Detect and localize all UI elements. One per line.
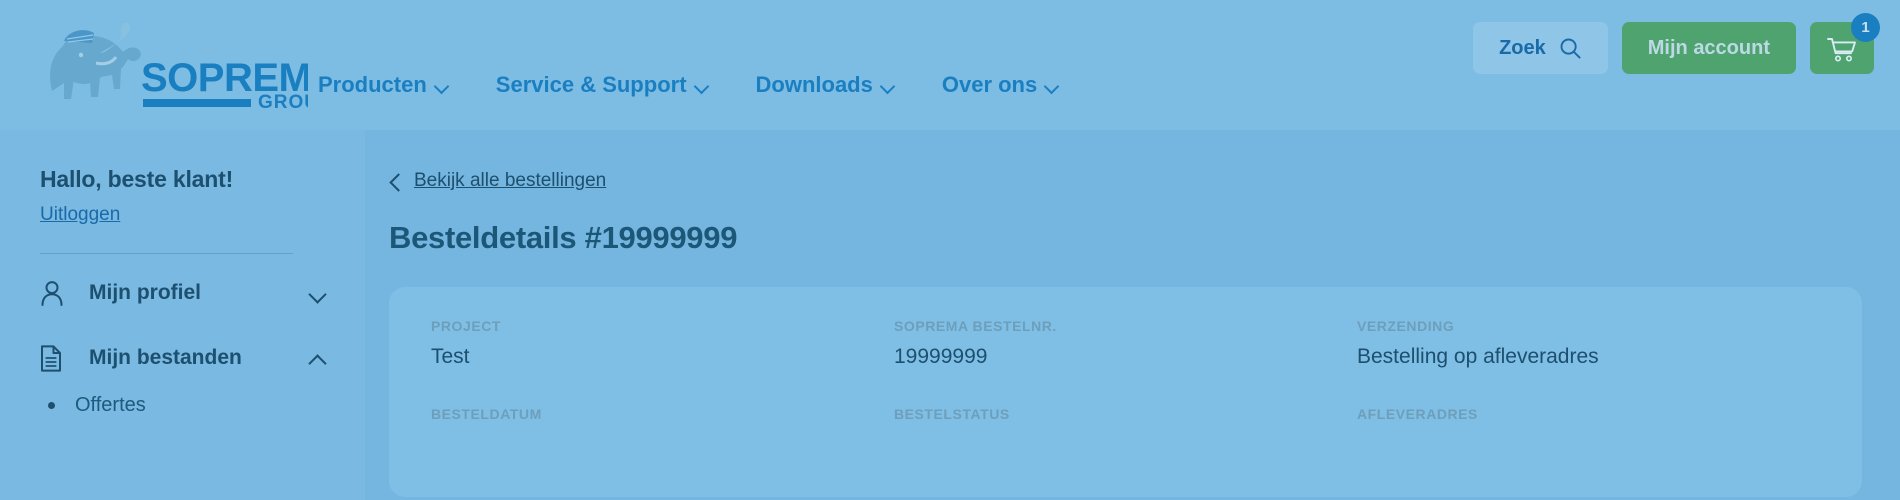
shopping-cart-icon: [1827, 38, 1856, 62]
search-button[interactable]: Zoek: [1473, 22, 1608, 74]
chevron-down-icon[interactable]: [310, 288, 325, 298]
nav-item-downloads[interactable]: Downloads: [756, 72, 895, 98]
field-value: Test: [431, 345, 470, 368]
nav-item-producten[interactable]: Producten: [318, 72, 449, 98]
field-verzending: VERZENDING Bestelling op afleveradres: [1357, 318, 1820, 369]
sidebar-subitem-offertes[interactable]: Offertes: [48, 394, 325, 417]
field-label: BESTELSTATUS: [894, 406, 1010, 422]
sidebar-divider: [40, 253, 293, 254]
page-root: SOPREMA GROUP Producten Service & Suppor…: [0, 0, 1900, 500]
field-afleveradres: AFLEVERADRES: [1357, 406, 1820, 433]
chevron-down-icon: [696, 81, 709, 89]
my-account-button[interactable]: Mijn account: [1621, 22, 1796, 74]
field-bestelstatus: BESTELSTATUS: [894, 406, 1357, 433]
nav-item-over-ons[interactable]: Over ons: [942, 72, 1059, 98]
chevron-down-icon: [882, 81, 895, 89]
chevron-left-icon: [389, 174, 401, 188]
nav-item-label: Over ons: [941, 72, 1038, 97]
sidebar-item-mijn-profiel[interactable]: Mijn profiel: [40, 267, 325, 319]
chevron-up-icon[interactable]: [310, 353, 325, 363]
nav-item-service-support[interactable]: Service & Support: [496, 72, 709, 98]
nav-item-label: Service & Support: [495, 72, 687, 97]
field-label: PROJECT: [431, 318, 501, 334]
field-value: 19999999: [894, 345, 988, 368]
field-project: PROJECT Test: [431, 318, 894, 369]
back-to-orders-link[interactable]: Bekijk alle bestellingen: [389, 170, 1862, 192]
cart-button[interactable]: 1: [1810, 13, 1880, 74]
field-soprema-bestelnr: SOPREMA BESTELNR. 19999999: [894, 318, 1357, 369]
field-value: Bestelling op afleveradres: [1357, 345, 1599, 368]
field-besteldatum: BESTELDATUM: [431, 406, 894, 433]
account-sidebar: Hallo, beste klant! Uitloggen Mijn profi…: [0, 130, 365, 500]
sidebar-subitem-label: Offertes: [75, 394, 146, 416]
header-actions: Zoek Mijn account 1: [1473, 13, 1880, 74]
user-icon: [40, 280, 70, 306]
main-navigation: Producten Service & Support Downloads Ov…: [318, 72, 1106, 98]
sidebar-item-label: Mijn bestanden: [89, 346, 242, 369]
sidebar-item-label: Mijn profiel: [89, 281, 201, 304]
chevron-down-icon: [1046, 81, 1059, 89]
page-body: Hallo, beste klant! Uitloggen Mijn profi…: [0, 130, 1900, 500]
soprema-group-logo[interactable]: SOPREMA GROUP: [40, 18, 310, 114]
order-details-grid: PROJECT Test SOPREMA BESTELNR. 19999999 …: [431, 318, 1820, 433]
logout-link[interactable]: Uitloggen: [40, 204, 120, 226]
order-details-card: PROJECT Test SOPREMA BESTELNR. 19999999 …: [389, 287, 1862, 497]
sidebar-greeting: Hallo, beste klant!: [40, 166, 234, 192]
bullet-icon: [48, 402, 55, 409]
field-label: SOPREMA BESTELNR.: [894, 318, 1057, 334]
nav-item-label: Producten: [318, 72, 427, 97]
main-content: Bekijk alle bestellingen Besteldetails #…: [365, 130, 1900, 500]
document-icon: [40, 344, 70, 372]
field-label: AFLEVERADRES: [1357, 406, 1478, 422]
nav-item-label: Downloads: [755, 72, 873, 97]
search-icon: [1560, 38, 1581, 59]
field-label: BESTELDATUM: [431, 406, 542, 422]
page-title: Besteldetails #19999999: [389, 220, 738, 255]
search-button-label: Zoek: [1499, 36, 1546, 59]
site-header: SOPREMA GROUP Producten Service & Suppor…: [0, 0, 1900, 130]
chevron-down-icon: [436, 81, 449, 89]
cart-badge-count: 1: [1851, 13, 1880, 42]
logo-subtitle: GROUP: [258, 92, 308, 113]
field-label: VERZENDING: [1357, 318, 1455, 334]
sidebar-item-mijn-bestanden[interactable]: Mijn bestanden: [40, 332, 325, 384]
back-to-orders-label: Bekijk alle bestellingen: [414, 170, 607, 191]
